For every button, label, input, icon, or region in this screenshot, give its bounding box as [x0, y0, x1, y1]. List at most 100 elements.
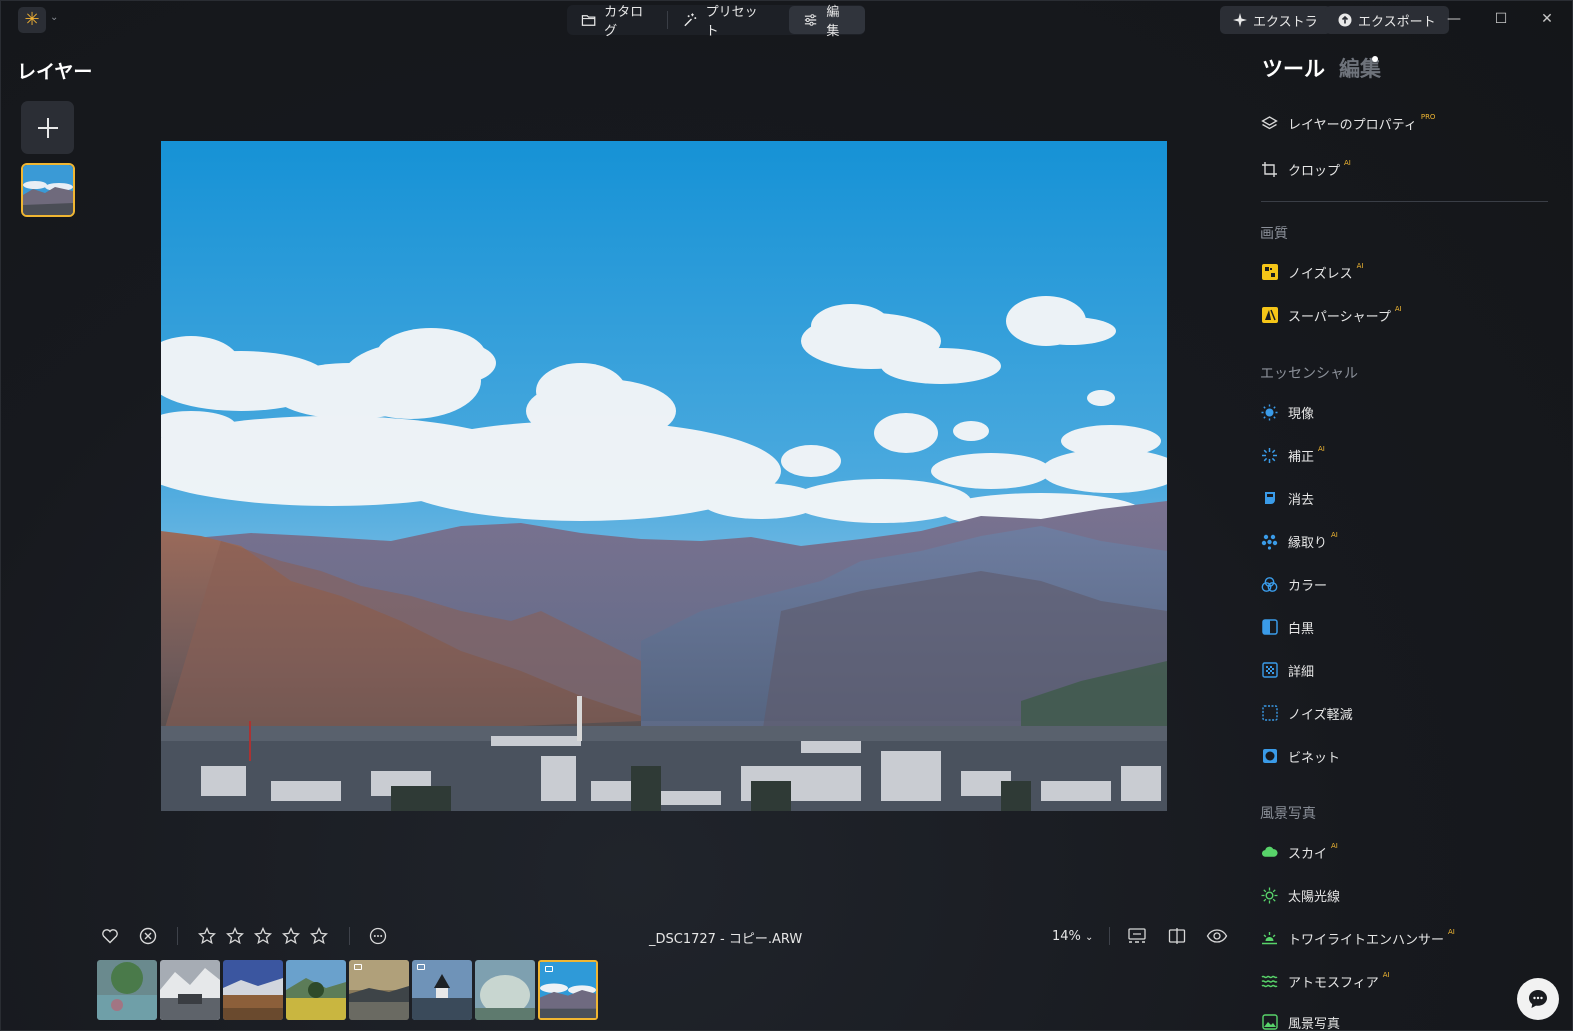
tool-label: レイヤーのプロパティ: [1288, 117, 1417, 133]
color-circles-icon: [1261, 576, 1278, 593]
filmstrip-thumbnail[interactable]: [223, 960, 283, 1020]
filmstrip-thumbnail[interactable]: [160, 960, 220, 1020]
heart-icon[interactable]: [99, 925, 121, 947]
tool-sunrays[interactable]: 太陽光線: [1261, 884, 1340, 906]
raw-badge-icon: [417, 964, 425, 970]
tab-presets[interactable]: プリセット: [668, 5, 781, 39]
extras-button[interactable]: エクストラ: [1220, 6, 1331, 34]
filmstrip-thumbnail[interactable]: [349, 960, 409, 1020]
tool-color[interactable]: カラー: [1261, 573, 1327, 595]
noiseless-icon: [1261, 264, 1278, 281]
star-icon-5[interactable]: [308, 925, 330, 947]
layer-thumbnail[interactable]: [21, 163, 75, 217]
close-button[interactable]: ✕: [1537, 11, 1557, 27]
eye-icon[interactable]: [1206, 925, 1228, 947]
reject-icon[interactable]: [137, 925, 159, 947]
tool-landscape[interactable]: 風景写真: [1261, 1011, 1340, 1031]
tool-vignette[interactable]: ビネット: [1261, 745, 1340, 767]
cloud-icon: [1261, 844, 1278, 861]
denoise-icon: [1261, 705, 1278, 722]
zoom-dropdown[interactable]: 14% ⌄: [1052, 929, 1093, 944]
filmstrip-thumbnail-selected[interactable]: [538, 960, 598, 1020]
filmstrip-thumbnail[interactable]: [412, 960, 472, 1020]
chat-button[interactable]: [1517, 978, 1559, 1020]
tool-sky[interactable]: スカイ AI: [1261, 841, 1338, 863]
supersharp-icon: [1261, 307, 1278, 324]
section-essentials: エッセンシャル: [1260, 366, 1358, 382]
twilight-icon: [1261, 930, 1278, 947]
magic-wand-icon: [684, 13, 697, 27]
tool-label: 補正: [1288, 449, 1315, 465]
tool-erase[interactable]: 消去: [1261, 487, 1314, 509]
vignette-icon: [1261, 748, 1278, 765]
dots-icon: [1261, 533, 1278, 550]
tab-catalog-label: カタログ: [604, 5, 644, 39]
tool-structure[interactable]: 縁取り AI: [1261, 530, 1338, 552]
tool-label: 太陽光線: [1288, 889, 1341, 905]
tool-label: 現像: [1288, 406, 1315, 422]
tab-edit[interactable]: 編集: [789, 5, 865, 39]
tool-noiseless[interactable]: ノイズレス AI: [1261, 261, 1363, 283]
more-options-icon[interactable]: [367, 925, 389, 947]
raw-badge-icon: [545, 966, 553, 972]
tool-crop[interactable]: クロップ AI: [1261, 158, 1351, 180]
filmstrip-thumbnail[interactable]: [97, 960, 157, 1020]
chat-icon: [1529, 990, 1547, 1008]
tool-label: ノイズレス: [1288, 266, 1353, 282]
maximize-button[interactable]: ☐: [1491, 11, 1511, 27]
sun-icon: [1261, 404, 1278, 421]
bw-icon: [1261, 619, 1278, 636]
tool-twilight-enhancer[interactable]: トワイライトエンハンサー AI: [1261, 927, 1455, 949]
section-landscape: 風景写真: [1260, 806, 1316, 822]
divider: [1109, 927, 1110, 945]
detail-icon: [1261, 662, 1278, 679]
tool-develop[interactable]: 現像: [1261, 401, 1314, 423]
tab-edit-label: 編集: [826, 5, 840, 39]
star-icon-2[interactable]: [224, 925, 246, 947]
tab-tools[interactable]: ツール: [1262, 57, 1325, 81]
ai-badge: AI: [1331, 531, 1338, 539]
file-name: _DSC1727 - コピー.ARW: [649, 932, 803, 947]
minimize-button[interactable]: —: [1444, 11, 1464, 27]
extras-label: エクストラ: [1253, 14, 1318, 30]
tool-noise-reduction[interactable]: ノイズ軽減: [1261, 702, 1353, 724]
waves-icon: [1261, 973, 1278, 990]
chevron-down-icon: ⌄: [1085, 932, 1094, 943]
tool-atmosphere[interactable]: アトモスフィア AI: [1261, 970, 1390, 992]
divider: [177, 927, 178, 945]
bottom-toolbar: _DSC1727 - コピー.ARW 14% ⌄: [97, 921, 1237, 951]
chevron-down-icon[interactable]: ⌄: [50, 12, 58, 23]
tool-supersharp[interactable]: スーパーシャープ AI: [1261, 304, 1402, 326]
tool-black-white[interactable]: 白黒: [1261, 616, 1314, 638]
filmstrip-toggle-icon[interactable]: [1126, 925, 1148, 947]
upload-icon: [1338, 13, 1352, 27]
pro-badge: PRO: [1420, 113, 1436, 121]
tool-enhance[interactable]: 補正 AI: [1261, 444, 1325, 466]
tool-label: 消去: [1288, 492, 1315, 508]
filmstrip-thumbnail[interactable]: [286, 960, 346, 1020]
layers-icon: [1261, 115, 1278, 132]
star-icon-3[interactable]: [252, 925, 274, 947]
compare-icon[interactable]: [1166, 925, 1188, 947]
tool-label: 詳細: [1288, 664, 1315, 680]
filmstrip-thumbnail[interactable]: [475, 960, 535, 1020]
layer-thumbnail-image: [23, 165, 73, 215]
star-icon-4[interactable]: [280, 925, 302, 947]
crop-icon: [1261, 161, 1278, 178]
add-layer-button[interactable]: [21, 101, 74, 154]
app-window: ✳ ⌄ カタログ プリセット 編集 エクストラ エクスポート — ☐ ✕ レイヤ…: [0, 0, 1573, 1031]
tool-label: カラー: [1288, 578, 1328, 594]
tool-layer-properties[interactable]: レイヤーのプロパティ PRO: [1261, 112, 1435, 134]
tool-label: 風景写真: [1288, 1016, 1341, 1031]
ai-badge: AI: [1448, 928, 1455, 936]
app-logo[interactable]: ✳: [18, 7, 46, 33]
tab-catalog[interactable]: カタログ: [567, 5, 667, 39]
star-icon-1[interactable]: [196, 925, 218, 947]
sunrays-icon: [1261, 887, 1278, 904]
ai-badge: AI: [1331, 842, 1338, 850]
export-button[interactable]: エクスポート: [1325, 6, 1449, 34]
tool-label: スカイ: [1288, 846, 1328, 862]
tools-panel-tabs: ツール 編集: [1262, 53, 1381, 83]
tool-detail[interactable]: 詳細: [1261, 659, 1314, 681]
main-photo[interactable]: [161, 141, 1167, 811]
